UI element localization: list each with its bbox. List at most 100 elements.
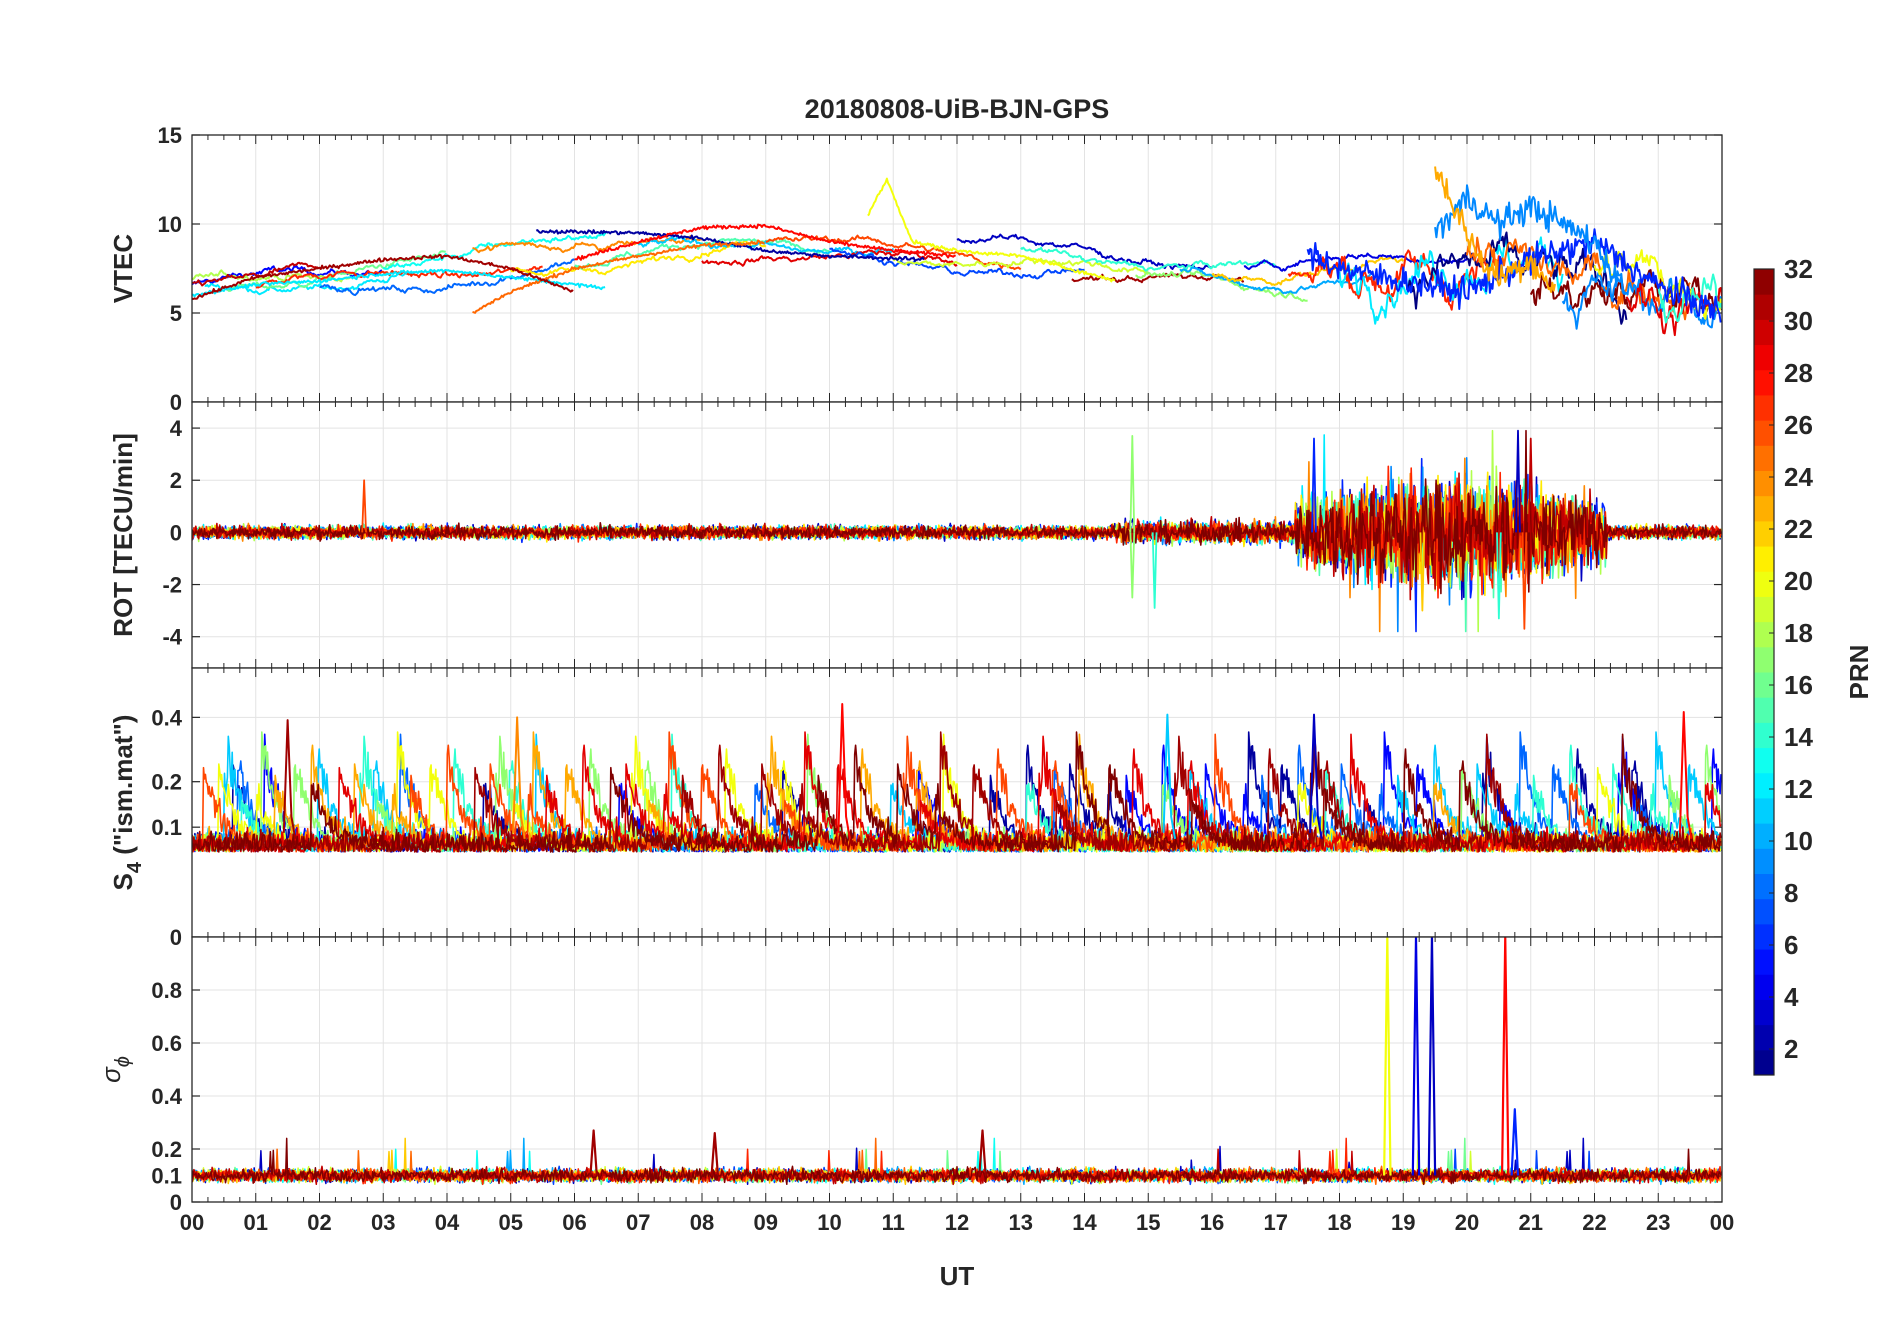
colorbar-segment — [1754, 445, 1774, 471]
panel-2: -4 -2 0 2 4 ROT [TECU/min] — [108, 401, 1723, 669]
y-axis-label: VTEC — [108, 234, 138, 304]
y-tick-label: 0.4 — [151, 1084, 182, 1109]
colorbar-tick-label: 16 — [1784, 670, 1813, 700]
x-tick-label: 15 — [1136, 1210, 1160, 1235]
x-tick-label: 04 — [435, 1210, 460, 1235]
y-tick-label: -2 — [162, 573, 182, 598]
y-tick-label: 0 — [170, 520, 182, 545]
colorbar-segment — [1754, 394, 1774, 421]
y-tick-label: 2 — [170, 468, 182, 493]
x-tick-label: 08 — [690, 1210, 714, 1235]
colorbar-segment — [1754, 369, 1774, 396]
x-tick-label: 23 — [1646, 1210, 1670, 1235]
x-tick-label: 10 — [817, 1210, 841, 1235]
y-tick-label: 0 — [170, 925, 182, 950]
y-axis-label-main: σ — [96, 1066, 126, 1083]
colorbar-label: PRN — [1844, 645, 1874, 700]
y-tick-label: 15 — [158, 123, 182, 148]
x-tick-label: 07 — [626, 1210, 650, 1235]
x-tick-label: 20 — [1455, 1210, 1479, 1235]
y-axis-label-main: ROT [TECU/min] — [108, 433, 138, 637]
y-tick-label: 0.4 — [151, 705, 182, 730]
colorbar-tick-label: 18 — [1784, 618, 1813, 648]
colorbar-segment — [1754, 269, 1774, 295]
x-tick-label: 14 — [1072, 1210, 1097, 1235]
y-tick-label: 0.6 — [151, 1031, 182, 1056]
x-tick-label: 12 — [945, 1210, 969, 1235]
colorbar-segment — [1754, 571, 1774, 597]
x-tick-label: 17 — [1264, 1210, 1288, 1235]
y-tick-label: 4 — [170, 416, 183, 441]
x-tick-label: 09 — [754, 1210, 778, 1235]
colorbar-tick-label: 2 — [1784, 1034, 1798, 1064]
colorbar-tick-label: 4 — [1784, 982, 1799, 1012]
colorbar-segment — [1754, 848, 1774, 874]
colorbar-tick-label: 28 — [1784, 358, 1813, 388]
x-tick-label: 22 — [1582, 1210, 1606, 1235]
colorbar-tick-label: 10 — [1784, 826, 1813, 856]
x-axis-label: UT — [940, 1261, 975, 1291]
colorbar-segment — [1754, 470, 1774, 497]
panel-1: 0 5 10 15 VTEC — [108, 123, 1723, 415]
colorbar-segment — [1754, 520, 1774, 547]
panel-4: 00.10.20.40.60.8σϕ — [96, 936, 1723, 1215]
colorbar-tick-label: 24 — [1784, 462, 1813, 492]
y-tick-label: 0.2 — [151, 770, 182, 795]
colorbar-segment — [1754, 873, 1774, 900]
y-axis-label-suffix: ("ism.mat") — [108, 715, 138, 862]
colorbar-segment — [1754, 1024, 1774, 1051]
x-tick-label: 03 — [371, 1210, 395, 1235]
colorbar-tick-label: 6 — [1784, 930, 1798, 960]
y-tick-label: 0 — [170, 390, 182, 415]
colorbar-segment — [1754, 697, 1774, 723]
colorbar-tick-label: 8 — [1784, 878, 1798, 908]
chart-title: 20180808-UiB-BJN-GPS — [805, 94, 1110, 124]
y-tick-label: 5 — [170, 301, 182, 326]
y-axis-label-sub: ϕ — [112, 1056, 134, 1067]
y-axis-label-main: VTEC — [108, 234, 138, 304]
colorbar-segment — [1754, 898, 1774, 925]
x-tick-label: 00 — [180, 1210, 204, 1235]
colorbar-segment — [1754, 1049, 1774, 1076]
x-tick-label: 06 — [562, 1210, 586, 1235]
colorbar-segment — [1754, 797, 1774, 824]
x-tick-label: 11 — [882, 1210, 905, 1235]
figure: 20180808-UiB-BJN-GPS 051015VTEC-4-2024RO… — [0, 0, 1902, 1330]
colorbar-segment — [1754, 999, 1774, 1026]
x-tick-label: 19 — [1391, 1210, 1415, 1235]
colorbar-segment — [1754, 420, 1774, 446]
x-tick-label: 00 — [1710, 1210, 1734, 1235]
x-tick-label: 02 — [307, 1210, 331, 1235]
x-tick-label: 05 — [499, 1210, 523, 1235]
colorbar-segment — [1754, 596, 1774, 623]
y-tick-label: -4 — [162, 625, 182, 650]
colorbar-segment — [1754, 949, 1774, 975]
colorbar-segment — [1754, 747, 1774, 774]
colorbar-segment — [1754, 319, 1774, 346]
y-tick-label: 0.1 — [151, 1164, 182, 1189]
colorbar-segment — [1754, 621, 1774, 648]
x-tick-label: 21 — [1519, 1210, 1543, 1235]
colorbar-segment — [1754, 646, 1774, 673]
colorbar-segment — [1754, 772, 1774, 799]
colorbar-segment — [1754, 344, 1774, 371]
y-axis-label-main: S — [108, 873, 138, 890]
colorbar-segment — [1754, 722, 1774, 749]
colorbar-tick-label: 30 — [1784, 306, 1813, 336]
colorbar-segment — [1754, 294, 1774, 320]
x-tick-label: 16 — [1200, 1210, 1224, 1235]
colorbar-segment — [1754, 546, 1774, 572]
colorbar-tick-label: 22 — [1784, 514, 1813, 544]
panels: 0 5 10 15 VTEC -4 -2 0 2 4 ROT [TECU/min] 0 0.1 0.2 0.… — [96, 123, 1723, 1215]
y-tick-label: 0.8 — [151, 978, 182, 1003]
colorbar-tick-label: 26 — [1784, 410, 1813, 440]
panel-3: 00.10.20.4S4 ("ism.mat") — [108, 667, 1723, 950]
colorbar-tick-label: 32 — [1784, 254, 1813, 284]
y-tick-label: 10 — [158, 212, 182, 237]
colorbar-segment — [1754, 823, 1774, 849]
colorbar-tick-label: 14 — [1784, 722, 1813, 752]
colorbar-tick-label: 20 — [1784, 566, 1813, 596]
y-tick-label: 0.1 — [151, 815, 182, 840]
colorbar-segment — [1754, 974, 1774, 1000]
x-tick-label: 18 — [1327, 1210, 1351, 1235]
